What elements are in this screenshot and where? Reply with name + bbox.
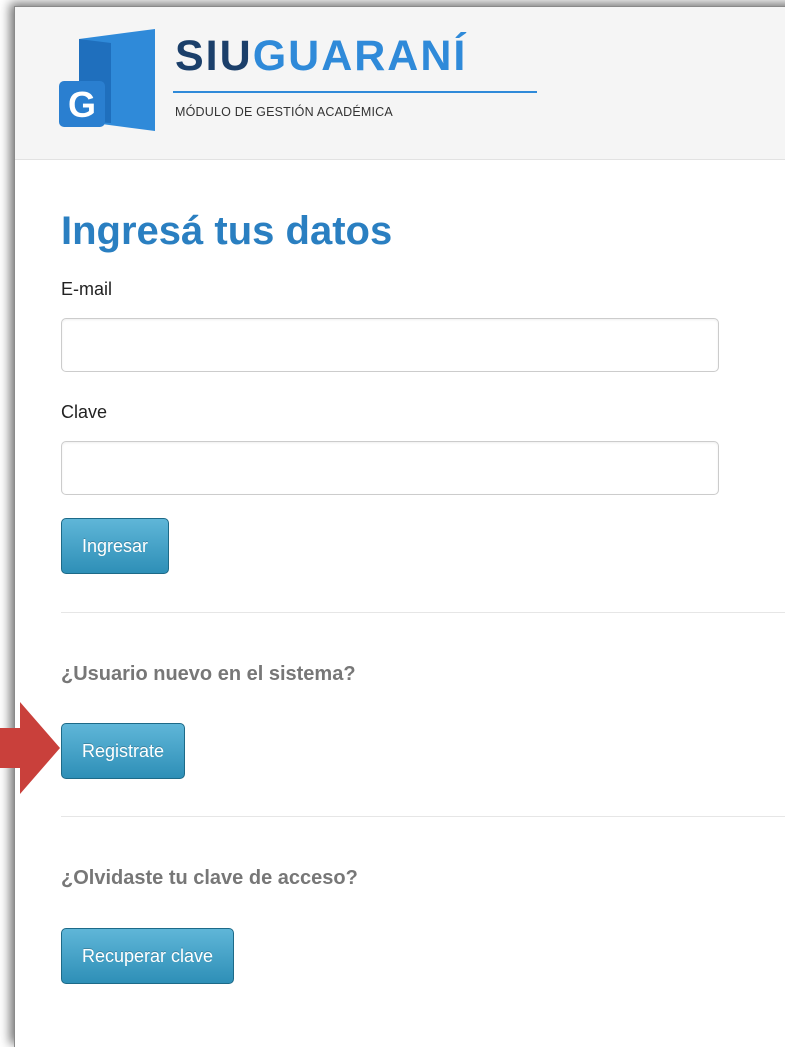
- pointer-arrow-icon: [0, 702, 60, 794]
- register-button[interactable]: Registrate: [61, 723, 186, 779]
- logo-letter: G: [68, 84, 96, 125]
- email-label: E-mail: [61, 279, 113, 299]
- divider-register: [61, 612, 785, 613]
- register-heading: ¿Usuario nuevo en el sistema?: [61, 663, 356, 685]
- password-field[interactable]: [61, 441, 719, 495]
- logo-siu-text: SIU: [175, 32, 253, 80]
- app-logo-title: SIUGUARANÍ: [175, 31, 467, 81]
- recover-password-button[interactable]: Recuperar clave: [61, 928, 235, 984]
- page-title: Ingresá tus datos: [61, 209, 393, 253]
- app-header: G SIUGUARANÍ MÓDULO DE GESTIÓN ACADÉMICA: [15, 7, 785, 160]
- recover-heading: ¿Olvidaste tu clave de acceso?: [61, 867, 358, 889]
- logo-underline: [173, 91, 537, 93]
- login-button[interactable]: Ingresar: [61, 518, 170, 574]
- siu-guarani-logo-icon: G: [59, 29, 155, 131]
- email-field[interactable]: [61, 318, 719, 372]
- password-label: Clave: [61, 402, 108, 422]
- login-window: G SIUGUARANÍ MÓDULO DE GESTIÓN ACADÉMICA…: [14, 6, 785, 1047]
- logo-subtitle: MÓDULO DE GESTIÓN ACADÉMICA: [175, 105, 393, 119]
- logo-guarani-text: GUARANÍ: [252, 32, 468, 80]
- divider-recover: [61, 816, 785, 817]
